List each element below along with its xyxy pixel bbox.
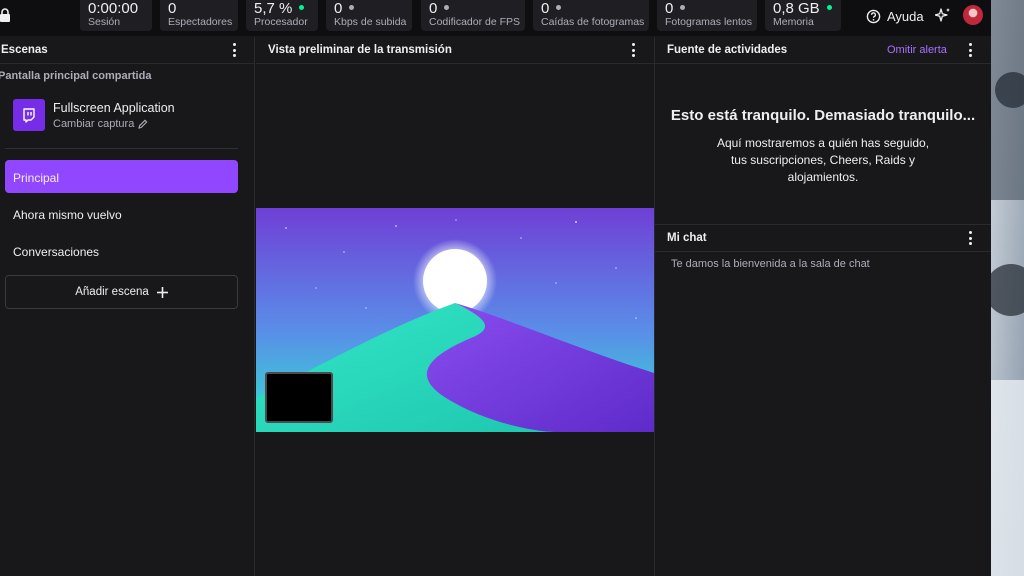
lock-icon — [0, 8, 10, 22]
help-label: Ayuda — [887, 8, 924, 24]
scenes-panel: Escenas Pantalla principal compartida Fu… — [0, 37, 254, 576]
divider — [5, 148, 238, 149]
scene-item-conversaciones[interactable]: Conversaciones — [5, 234, 238, 267]
activity-title: Fuente de actividades — [667, 44, 788, 56]
activity-more-icon[interactable] — [968, 43, 972, 57]
stat-label: Memoria — [773, 16, 814, 28]
capture-thumbnail — [265, 372, 333, 423]
change-capture-link[interactable]: Cambiar captura — [53, 118, 148, 130]
stream-preview-image — [256, 208, 654, 432]
stats-bar: 0:00:00 Sesión 0 Espectadores 5,7 % Proc… — [0, 0, 991, 36]
status-dot — [680, 5, 686, 10]
stat-label: Codificador de FPS — [429, 16, 521, 28]
stat-label: Espectadores — [168, 16, 233, 28]
activity-header: Fuente de actividades Omitir alerta — [655, 37, 991, 64]
panel-divider — [254, 37, 255, 576]
stat-fps-encoder: 0 Codificador de FPS — [421, 0, 525, 31]
preview-more-icon[interactable] — [631, 43, 635, 57]
stat-value: 0 — [168, 0, 177, 17]
scene-item-label: Principal — [13, 171, 60, 185]
stat-value: 0 — [429, 0, 438, 17]
stat-label: Caídas de fotogramas — [541, 16, 645, 28]
stat-dropped-frames: 0 Caídas de fotogramas — [533, 0, 649, 31]
chat-more-icon[interactable] — [968, 231, 972, 245]
scene-group-label: Pantalla principal compartida — [0, 70, 152, 82]
stat-cpu: 5,7 % Procesador — [246, 0, 318, 31]
desktop-background — [991, 0, 1024, 576]
add-scene-button[interactable]: Añadir escena — [5, 275, 238, 309]
chat-panel: Mi chat Te damos la bienvenida a la sala… — [655, 224, 991, 576]
stat-value: 0 — [541, 0, 550, 17]
change-capture-label: Cambiar captura — [53, 118, 135, 130]
stat-value: 0 — [334, 0, 343, 17]
add-scene-label: Añadir escena — [75, 286, 149, 298]
scene-item-principal[interactable]: Principal — [5, 160, 238, 193]
stat-slow-frames: 0 Fotogramas lentos — [657, 0, 757, 31]
status-dot — [349, 5, 355, 10]
stat-value: 0 — [665, 0, 674, 17]
stat-session: 0:00:00 Sesión — [80, 0, 152, 31]
stat-value: 0,8 GB — [773, 0, 820, 17]
scene-item-label: Conversaciones — [13, 245, 100, 259]
stat-value: 5,7 % — [254, 0, 293, 17]
status-dot — [299, 5, 305, 10]
stat-upload: 0 Kbps de subida — [326, 0, 412, 31]
pencil-icon — [138, 119, 148, 129]
help-button[interactable]: Ayuda — [866, 7, 924, 25]
status-dot — [826, 5, 832, 10]
status-dot — [444, 5, 450, 10]
sparkle-icon[interactable] — [935, 7, 951, 23]
stat-memory: 0,8 GB Memoria — [765, 0, 841, 31]
stat-label: Kbps de subida — [334, 16, 407, 28]
empty-state-body: Aquí mostraremos a quién has seguido, tu… — [716, 136, 930, 184]
scenes-more-icon[interactable] — [232, 43, 236, 57]
status-dot — [556, 5, 562, 10]
scenes-title: Escenas — [1, 44, 48, 56]
skip-alert-button[interactable]: Omitir alerta — [887, 44, 947, 56]
chat-title: Mi chat — [667, 232, 707, 244]
help-icon — [866, 9, 881, 23]
stat-value: 0:00:00 — [88, 0, 139, 17]
stream-preview-panel: Vista preliminar de la transmisión — [256, 37, 654, 576]
source-name[interactable]: Fullscreen Application — [53, 101, 175, 115]
scene-item-ahora-mismo-vuelvo[interactable]: Ahora mismo vuelvo — [5, 197, 238, 230]
chat-welcome-message: Te damos la bienvenida a la sala de chat — [671, 258, 870, 270]
empty-state-title: Esto está tranquilo. Demasiado tranquilo… — [670, 107, 976, 124]
twitch-glitch-icon[interactable] — [13, 99, 45, 131]
chat-header: Mi chat — [655, 225, 991, 252]
scene-item-label: Ahora mismo vuelvo — [13, 208, 122, 222]
avatar[interactable] — [963, 5, 983, 25]
stat-label: Fotogramas lentos — [665, 16, 752, 28]
stat-label: Procesador — [254, 16, 308, 28]
scenes-header: Escenas — [0, 37, 254, 64]
stat-viewers: 0 Espectadores — [160, 0, 238, 31]
plus-icon — [156, 286, 168, 298]
preview-header: Vista preliminar de la transmisión — [256, 37, 654, 64]
stat-label: Sesión — [88, 16, 121, 28]
preview-title: Vista preliminar de la transmisión — [268, 44, 452, 56]
activity-feed-panel: Fuente de actividades Omitir alerta Esto… — [655, 37, 991, 222]
